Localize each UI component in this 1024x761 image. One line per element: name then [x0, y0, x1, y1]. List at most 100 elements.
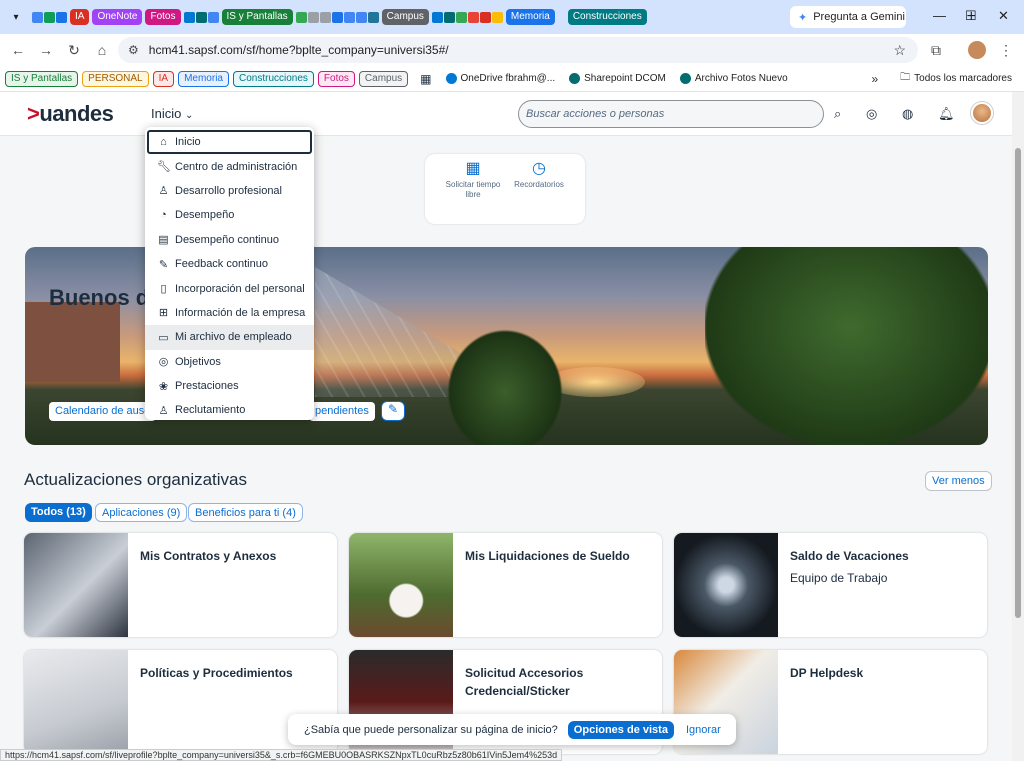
bookmark-label: OneDrive fbrahm@... — [460, 73, 556, 84]
all-bookmarks[interactable]: 🗀 Todos los marcadores — [900, 70, 1012, 87]
update-card[interactable]: Saldo de Vacaciones Equipo de Trabajo — [674, 533, 987, 637]
search-input[interactable]: Buscar acciones o personas — [518, 100, 824, 128]
quick-action-reminders[interactable]: ◷ Recordatorios — [509, 161, 569, 190]
home-menu-label: Inicio — [151, 106, 182, 121]
bookmark-group-ia[interactable]: IA — [152, 70, 175, 87]
status-url: https://hcm41.sapsf.com/sf/liveprofile?b… — [0, 749, 563, 761]
bookmark-group-fotos[interactable]: Fotos — [317, 70, 355, 87]
edit-pencil-icon[interactable]: ✎ — [381, 401, 405, 421]
card-image — [349, 533, 453, 637]
card-title: DP Helpdesk — [790, 666, 864, 680]
quick-action-label: Solicitar tiempo libre — [445, 180, 501, 199]
menu-item-label: Objetivos — [175, 355, 221, 368]
bookmark-group-personal[interactable]: PERSONAL — [82, 70, 149, 87]
filter-apps[interactable]: Aplicaciones (9) — [95, 503, 188, 522]
url-bar[interactable]: ⚙ hcm41.sapsf.com/sf/home?bplte_company=… — [118, 37, 918, 63]
benefits-icon: ❀ — [158, 380, 169, 393]
menu-item-desarrollo[interactable]: ♙ Desarrollo profesional — [145, 179, 314, 203]
browser-menu-icon[interactable]: ⋮ — [992, 42, 1020, 59]
quick-action-time-off[interactable]: ▦ Solicitar tiempo libre — [443, 161, 503, 200]
card-title: Mis Liquidaciones de Sueldo — [465, 549, 630, 563]
bookmark-group-construcciones[interactable]: Construcciones — [232, 70, 314, 87]
tab-group-construcciones[interactable]: Construcciones — [567, 9, 647, 25]
recruit-icon: ♙ — [158, 404, 169, 417]
folder-icon: 🗀 — [900, 72, 911, 83]
home-dropdown-menu: ⌂ Inicio 🔧︎ Centro de administración ♙ Desa… — [145, 127, 314, 420]
filter-benefits[interactable]: Beneficios para ti (4) — [188, 503, 303, 522]
assistant-icon[interactable]: ◍ — [902, 106, 913, 122]
menu-item-incorporacion[interactable]: ▯ Incorporación del personal — [145, 276, 314, 300]
menu-item-admin[interactable]: 🔧︎ Centro de administración — [145, 154, 314, 178]
bookmark-archivo-fotos[interactable]: Archivo Fotos Nuevo — [679, 73, 788, 84]
menu-item-archivo-empleado[interactable]: ▭ Mi archivo de empleado — [145, 325, 314, 350]
back-icon[interactable]: ← — [4, 42, 32, 58]
menu-item-empresa[interactable]: ⊞ Información de la empresa — [145, 301, 314, 325]
tab-favicons[interactable] — [295, 11, 379, 23]
ignore-button[interactable]: Ignorar — [686, 724, 721, 736]
forward-icon[interactable]: → — [32, 42, 60, 58]
tab-strip: IA OneNote Fotos IS y Pantallas Campus M… — [32, 9, 647, 25]
apps-grid-icon[interactable]: ▦ — [420, 72, 431, 86]
notifications-icon[interactable]: 🔔︎ — [938, 106, 955, 122]
gemini-button[interactable]: ✦ Pregunta a Gemini — [790, 6, 906, 28]
gemini-label: Pregunta a Gemini — [813, 11, 905, 23]
sharepoint-icon — [679, 73, 691, 84]
search-icon[interactable]: ⌕ — [834, 106, 841, 122]
bookmark-group-memoria[interactable]: Memoria — [178, 70, 229, 87]
tab-group-memoria[interactable]: Memoria — [505, 9, 555, 25]
company-logo[interactable]: >uandes — [27, 101, 114, 127]
update-card[interactable]: Mis Liquidaciones de Sueldo — [349, 533, 662, 637]
bookmark-group-campus[interactable]: Campus — [358, 70, 409, 87]
menu-item-inicio[interactable]: ⌂ Inicio — [147, 130, 312, 155]
menu-item-label: Reclutamiento — [175, 404, 246, 417]
tab-group-fotos[interactable]: Fotos — [145, 9, 181, 25]
page-scrollbar[interactable] — [1012, 92, 1024, 761]
menu-item-label: Mi archivo de empleado — [175, 331, 292, 344]
org-chart-icon: ⊞ — [158, 307, 169, 320]
tab-search-icon[interactable]: ▾ — [6, 7, 26, 27]
bookmark-group-is-pantallas[interactable]: IS y Pantallas — [5, 70, 79, 87]
absence-calendar-link[interactable]: Calendario de ause — [49, 402, 157, 421]
view-options-button[interactable]: Opciones de vista — [567, 720, 674, 739]
update-card[interactable]: Mis Contratos y Anexos — [24, 533, 337, 637]
show-less-button[interactable]: Ver menos — [925, 471, 992, 491]
bookmark-label: Archivo Fotos Nuevo — [694, 73, 788, 84]
menu-item-desempeno[interactable]: ◔ Desempeño — [145, 203, 314, 227]
tab-group-ia[interactable]: IA — [70, 9, 90, 25]
approvals-icon[interactable]: ◎ — [866, 106, 877, 122]
scrollbar-thumb[interactable] — [1015, 148, 1021, 618]
menu-item-prestaciones[interactable]: ❀ Prestaciones — [145, 374, 314, 398]
maximize-icon[interactable]: ☐ — [965, 8, 977, 24]
home-icon[interactable]: ⌂ — [88, 42, 116, 58]
menu-item-label: Desempeño — [175, 209, 235, 222]
site-info-icon[interactable]: ⚙ — [128, 43, 139, 57]
tab-group-campus[interactable]: Campus — [381, 9, 429, 25]
close-icon[interactable]: ✕ — [998, 8, 1009, 24]
tab-favicons[interactable] — [431, 11, 503, 23]
tab-favicons[interactable] — [183, 11, 219, 23]
menu-item-objetivos[interactable]: ◎ Objetivos — [145, 350, 314, 374]
bookmark-star-icon[interactable]: ☆ — [893, 42, 906, 59]
url-text: hcm41.sapsf.com/sf/home?bplte_company=un… — [148, 43, 449, 57]
bookmark-sharepoint[interactable]: Sharepoint DCOM — [569, 73, 666, 84]
user-avatar[interactable] — [971, 102, 993, 124]
tab-group-onenote[interactable]: OneNote — [92, 9, 143, 25]
tab-group-is-pantallas[interactable]: IS y Pantallas — [221, 9, 293, 25]
id-card-icon: ▭ — [158, 331, 169, 344]
more-bookmarks-icon[interactable]: » — [871, 72, 878, 86]
bookmark-onedrive[interactable]: OneDrive fbrahm@... — [445, 73, 556, 84]
pending-link[interactable]: pendientes — [309, 402, 375, 421]
profile-avatar[interactable] — [968, 41, 986, 59]
extensions-icon[interactable]: ⧉ — [922, 42, 950, 59]
filter-all[interactable]: Todos (13) — [25, 503, 92, 522]
home-icon: ⌂ — [160, 136, 167, 149]
minimize-icon[interactable]: — — [933, 8, 946, 23]
onboarding-icon: ▯ — [160, 283, 167, 296]
reload-icon[interactable]: ↻ — [60, 42, 88, 59]
menu-item-feedback[interactable]: ✎ Feedback continuo — [145, 252, 314, 276]
pinned-tab-favicons[interactable] — [32, 11, 67, 23]
menu-item-reclutamiento[interactable]: ♙ Reclutamiento — [145, 398, 314, 422]
home-menu-button[interactable]: Inicio ⌄ — [151, 106, 193, 121]
menu-item-desempeno-continuo[interactable]: ▤ Desempeño continuo — [145, 228, 314, 252]
bookmark-label: Sharepoint DCOM — [584, 73, 666, 84]
